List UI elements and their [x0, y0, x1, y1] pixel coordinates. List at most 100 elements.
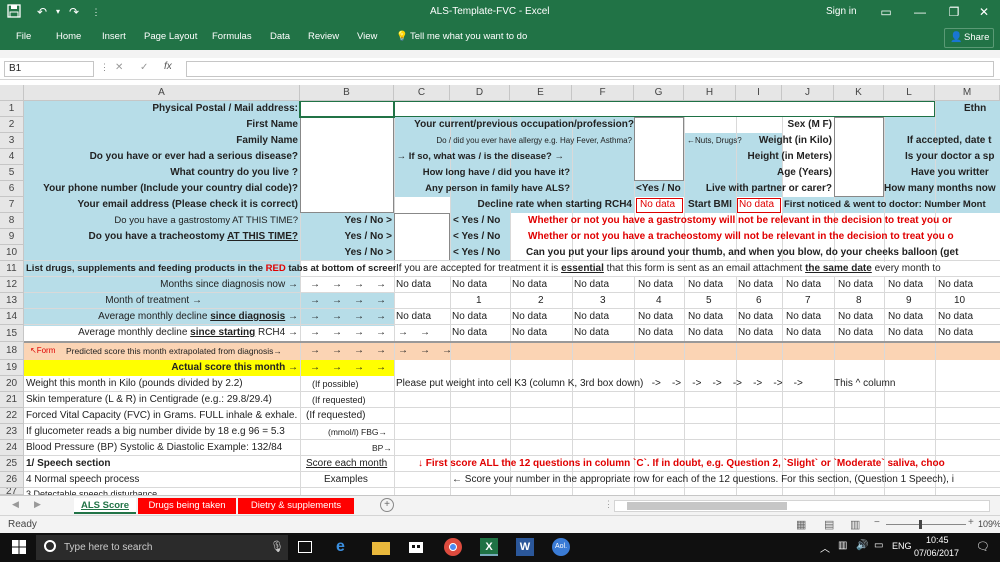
row-header[interactable]: 19 — [0, 360, 24, 376]
row-header[interactable]: 13 — [0, 293, 24, 309]
column-header[interactable]: E — [510, 85, 572, 101]
cell-d9[interactable]: < Yes / No — [453, 230, 500, 244]
customize-quick-access-icon[interactable]: ⋮ — [88, 4, 104, 20]
cell-b22[interactable]: (If requested) — [306, 409, 365, 423]
cell-j7[interactable]: First noticed & went to doctor: Number M… — [784, 198, 986, 212]
cell-b8[interactable]: Yes / No > — [344, 214, 392, 228]
cell-m1[interactable]: Ethn — [964, 102, 986, 116]
row15-value[interactable]: No data — [452, 326, 487, 340]
undo-dropdown-icon[interactable]: ▾ — [50, 4, 66, 20]
row-header[interactable]: 21 — [0, 392, 24, 408]
tab-file[interactable]: File — [16, 31, 31, 42]
zoom-in-icon[interactable]: + — [968, 517, 974, 528]
row13-value[interactable]: 4 — [656, 294, 662, 308]
language-indicator[interactable]: ENG — [892, 541, 912, 551]
notifications-icon[interactable]: 🗨 — [976, 540, 990, 553]
cell-a13[interactable]: Month of treatment → — [105, 294, 202, 308]
row12-value[interactable]: No data — [838, 278, 873, 292]
cell-l5[interactable]: Have you writter — [911, 166, 989, 180]
row12-value[interactable]: No data — [786, 278, 821, 292]
row12-value[interactable]: No data — [738, 278, 773, 292]
tab-data[interactable]: Data — [270, 31, 290, 42]
row14-value[interactable]: No data — [838, 310, 873, 324]
cell-l3[interactable]: If accepted, date t — [907, 134, 991, 148]
cell-l6[interactable]: How many months now — [884, 182, 996, 196]
column-header[interactable]: L — [884, 85, 935, 101]
row-header[interactable]: 23 — [0, 424, 24, 440]
row14-value[interactable]: No data — [452, 310, 487, 324]
page-break-view-icon[interactable]: ▥ — [850, 518, 860, 531]
column-header[interactable]: F — [572, 85, 634, 101]
row13-value[interactable]: 9 — [906, 294, 912, 308]
cell-j5[interactable]: Age (Years) — [777, 166, 832, 180]
row-header[interactable]: 12 — [0, 277, 24, 293]
cell-d26[interactable]: ← Score your number in the appropriate r… — [452, 473, 954, 487]
cell-d2[interactable]: Your current/previous occupation/profess… — [414, 118, 634, 132]
row-header[interactable]: 24 — [0, 440, 24, 456]
lightbulb-icon[interactable]: 💡 — [396, 31, 408, 42]
scrollbar-thumb[interactable] — [627, 502, 787, 510]
column-header[interactable]: I — [736, 85, 782, 101]
column-header[interactable]: H — [684, 85, 736, 101]
cell-j4[interactable]: Height (in Meters) — [748, 150, 832, 164]
k-input-cells[interactable] — [834, 117, 884, 197]
cell-a4[interactable]: Do you have or ever had a serious diseas… — [90, 150, 298, 164]
enter-icon[interactable]: ✓ — [140, 62, 148, 73]
cell-e10[interactable]: Can you put your lips around your thumb,… — [526, 246, 958, 260]
tab-insert[interactable]: Insert — [102, 31, 126, 42]
aol-icon[interactable]: Aol. — [552, 538, 570, 556]
row-header[interactable]: 2 — [0, 117, 24, 133]
row12-value[interactable]: No data — [512, 278, 547, 292]
column-header[interactable]: K — [834, 85, 884, 101]
cell-a26[interactable]: 4 Normal speech process — [26, 473, 139, 487]
row14-value[interactable]: No data — [688, 310, 723, 324]
row-header[interactable]: 22 — [0, 408, 24, 424]
word-taskbar-icon[interactable]: W — [516, 538, 534, 556]
row14-value[interactable]: No data — [786, 310, 821, 324]
network-icon[interactable]: ▥ — [838, 540, 847, 551]
tray-chevron-icon[interactable]: ︿ — [820, 540, 830, 555]
tab-formulas[interactable]: Formulas — [212, 31, 252, 42]
row-header[interactable]: 1 — [0, 101, 24, 117]
cell-j6[interactable]: Live with partner or carer? — [706, 182, 832, 196]
row12-value[interactable]: No data — [452, 278, 487, 292]
cell-b21[interactable]: (If requested) — [312, 393, 366, 407]
cell-l4[interactable]: Is your doctor a sp — [905, 150, 994, 164]
cell-b25[interactable]: Score each month — [306, 457, 387, 471]
cell-a8[interactable]: Do you have a gastrostomy AT THIS TIME? — [114, 214, 298, 228]
row12-value[interactable]: No data — [574, 278, 609, 292]
cell-e9[interactable]: Whether or not you have a tracheostomy w… — [528, 230, 954, 244]
undo-icon[interactable]: ↶ — [34, 4, 50, 20]
row-header[interactable]: 18 — [0, 342, 24, 360]
cell-a7[interactable]: Your email address (Please check it is c… — [78, 198, 298, 212]
cell-a3[interactable]: Family Name — [236, 134, 298, 148]
scroll-right-icon[interactable]: ▶ — [34, 499, 41, 510]
row15-value[interactable]: No data — [574, 326, 609, 340]
page-layout-view-icon[interactable]: ▤ — [824, 518, 834, 531]
row14-value[interactable]: No data — [574, 310, 609, 324]
cell-i7[interactable]: No data — [739, 198, 774, 212]
normal-view-icon[interactable]: ▦ — [796, 518, 806, 531]
cell-d7[interactable]: Decline rate when starting RCH4 — [478, 198, 632, 212]
row15-value[interactable]: No data — [838, 326, 873, 340]
row12-value[interactable]: No data — [638, 278, 673, 292]
row-header[interactable]: 20 — [0, 376, 24, 392]
row13-value[interactable]: 10 — [954, 294, 965, 308]
cell-a12[interactable]: Months since diagnosis now → — [160, 278, 298, 292]
cell-b26[interactable]: Examples — [324, 473, 368, 487]
selected-cell[interactable] — [299, 100, 395, 118]
tab-home[interactable]: Home — [56, 31, 81, 42]
save-icon[interactable] — [6, 4, 22, 20]
row13-value[interactable]: 7 — [805, 294, 811, 308]
cell-a18-form[interactable]: ↖Form — [30, 344, 55, 358]
edge-icon[interactable]: e — [336, 538, 354, 556]
tell-me-box[interactable]: Tell me what you want to do — [410, 31, 527, 42]
taskbar-search-box[interactable]: Type here to search 🎙 — [36, 535, 288, 560]
row-header[interactable]: 8 — [0, 213, 24, 229]
volume-icon[interactable]: 🔊 — [856, 540, 868, 551]
cell-b10[interactable]: Yes / No > — [344, 246, 392, 260]
windows-start-icon[interactable] — [12, 540, 26, 557]
row-header[interactable]: 27 — [0, 488, 24, 495]
row-header[interactable]: 15 — [0, 325, 24, 342]
close-icon[interactable]: ✕ — [966, 0, 1000, 25]
